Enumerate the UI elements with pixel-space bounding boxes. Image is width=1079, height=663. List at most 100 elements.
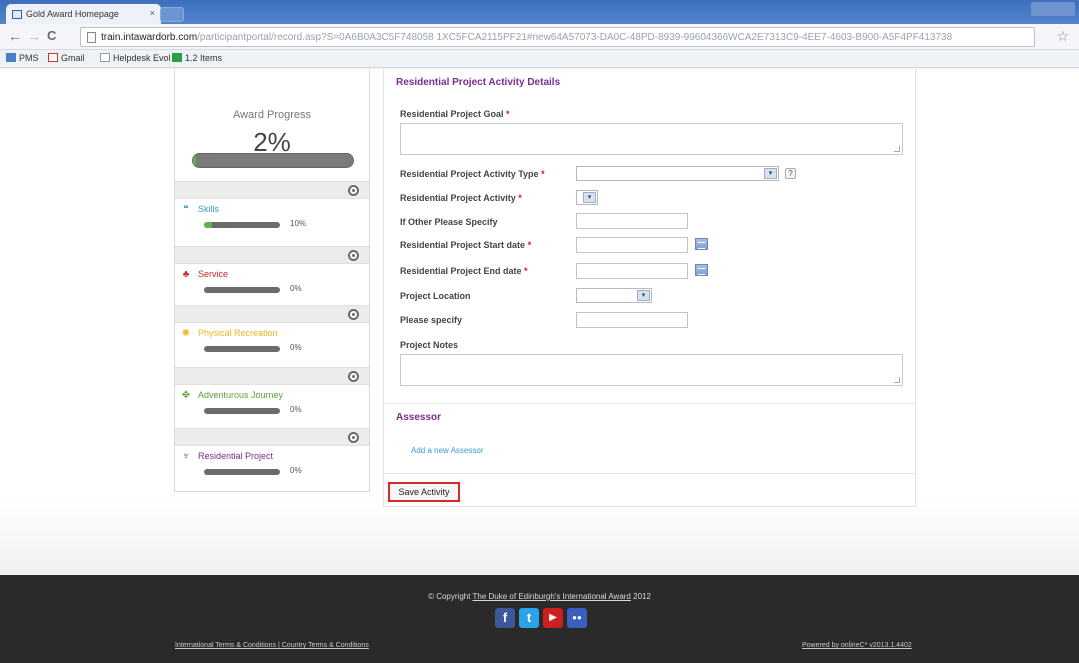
please-specify-input[interactable]	[576, 312, 688, 328]
youtube-icon[interactable]: ▶	[543, 608, 563, 628]
bookmark-helpdesk[interactable]: Helpdesk Evol	[100, 53, 171, 63]
other-specify-input[interactable]	[576, 213, 688, 229]
url-path: /participantportal/record.asp?S=0A6B0A3C…	[197, 32, 953, 43]
please-specify-label: Please specify	[400, 315, 463, 325]
section-divider	[175, 428, 369, 446]
section-progress-bar	[204, 287, 280, 293]
bookmarks-bar: PMS Gmail Helpdesk Evol 1.2 Items	[0, 50, 1079, 68]
facebook-icon[interactable]: f	[495, 608, 515, 628]
gmail-icon	[48, 53, 58, 62]
add-circle-icon[interactable]	[348, 185, 359, 196]
folder-icon	[6, 53, 16, 62]
sidebar-item-service[interactable]: ♣ Service 0%	[175, 265, 369, 305]
trophy-icon: ♆	[182, 451, 190, 462]
start-date-input[interactable]	[576, 237, 688, 253]
site-footer: © Copyright The Duke of Edinburgh's Inte…	[0, 575, 1079, 663]
reload-icon[interactable]: C	[47, 28, 56, 44]
address-bar[interactable]: train.intawardorb.com/participantportal/…	[80, 27, 1035, 47]
page-icon	[87, 32, 96, 43]
sidebar-item-residential-project[interactable]: ♆ Residential Project 0%	[175, 447, 369, 487]
calendar-icon[interactable]	[695, 238, 708, 250]
powered-by-link[interactable]: Powered by onlineC* v2013.1.4402	[802, 642, 912, 649]
goal-label: Residential Project Goal *	[400, 109, 510, 119]
section-divider	[175, 367, 369, 385]
location-select[interactable]: ▾	[576, 288, 652, 303]
runner-icon: ✺	[181, 328, 191, 339]
browser-toolbar: ← → C train.intawardorb.com/participantp…	[0, 24, 1079, 50]
activity-type-select[interactable]: ▾	[576, 166, 779, 181]
compass-icon: ✥	[181, 390, 191, 401]
section-percent: 0%	[290, 466, 302, 475]
calendar-icon[interactable]	[695, 264, 708, 276]
section-divider	[175, 246, 369, 264]
bookmark-star-icon[interactable]: ☆	[1056, 28, 1069, 45]
copyright-link[interactable]: The Duke of Edinburgh's International Aw…	[473, 592, 631, 601]
add-assessor-link[interactable]: Add a new Assessor	[411, 446, 483, 455]
flickr-icon[interactable]: ●●	[567, 608, 587, 628]
section-progress-bar	[204, 469, 280, 475]
chevron-down-icon: ▾	[637, 290, 650, 301]
forward-arrow-icon[interactable]: →	[27, 28, 41, 44]
section-percent: 0%	[290, 405, 302, 414]
divider	[384, 403, 915, 404]
bookmark-pms[interactable]: PMS	[6, 53, 39, 63]
url-host: train.intawardorb.com	[101, 32, 198, 43]
window-controls[interactable]	[1031, 2, 1075, 16]
award-progress-title: Award Progress	[232, 109, 312, 121]
new-tab-button[interactable]	[160, 7, 184, 22]
section-divider	[175, 181, 369, 199]
section-percent: 10%	[290, 219, 307, 228]
sidebar-item-label: Service	[198, 269, 229, 279]
section-divider	[175, 305, 369, 323]
add-circle-icon[interactable]	[348, 371, 359, 382]
help-icon[interactable]: ?	[785, 168, 796, 179]
bookmark-gmail[interactable]: Gmail	[48, 53, 85, 63]
add-circle-icon[interactable]	[348, 250, 359, 261]
sidebar-item-adventurous-journey[interactable]: ✥ Adventurous Journey 0%	[175, 386, 369, 426]
section-percent: 0%	[290, 343, 302, 352]
goal-textarea[interactable]	[400, 123, 903, 155]
terms-links[interactable]: International Terms & Conditions | Count…	[175, 642, 369, 649]
browser-tabstrip: Gold Award Homepage ×	[0, 0, 1079, 24]
location-label: Project Location	[400, 291, 471, 301]
browser-tab[interactable]: Gold Award Homepage ×	[6, 4, 161, 24]
close-tab-icon[interactable]: ×	[150, 8, 155, 18]
sidebar-item-label: Physical Recreation	[198, 328, 278, 338]
add-circle-icon[interactable]	[348, 309, 359, 320]
sidebar-item-physical-recreation[interactable]: ✺ Physical Recreation 0%	[175, 324, 369, 364]
sidebar-item-skills[interactable]: ❝ Skills 10%	[175, 200, 369, 240]
start-date-label: Residential Project Start date *	[400, 240, 532, 250]
award-progress-fill	[193, 154, 197, 167]
back-arrow-icon[interactable]: ←	[8, 28, 22, 44]
section-progress-bar	[204, 408, 280, 414]
award-progress-bar	[192, 153, 354, 168]
end-date-label: Residential Project End date *	[400, 266, 528, 276]
twitter-icon[interactable]: t	[519, 608, 539, 628]
other-specify-label: If Other Please Specify	[400, 217, 498, 227]
sidebar-item-label: Residential Project	[198, 451, 274, 461]
activity-type-label: Residential Project Activity Type *	[400, 169, 545, 179]
activity-form: Residential Project Activity Details Res…	[383, 69, 916, 507]
add-circle-icon[interactable]	[348, 432, 359, 443]
tab-title: Gold Award Homepage	[26, 9, 119, 19]
chevron-down-icon: ▾	[583, 192, 596, 203]
page-icon	[100, 53, 110, 62]
sidebar-item-label: Adventurous Journey	[198, 390, 284, 400]
copyright-text: © Copyright The Duke of Edinburgh's Inte…	[428, 592, 651, 601]
sheet-icon	[172, 53, 182, 62]
section-progress-bar	[204, 346, 280, 352]
bookmark-items[interactable]: 1.2 Items	[172, 53, 222, 63]
notes-textarea[interactable]	[400, 354, 903, 386]
page-favicon-icon	[12, 10, 22, 19]
sidebar-item-label: Skills	[198, 204, 220, 214]
section-percent: 0%	[290, 284, 302, 293]
section-progress-fill	[204, 222, 212, 228]
hands-icon: ♣	[182, 269, 190, 280]
divider	[384, 473, 915, 474]
speech-bubble-icon: ❝	[183, 204, 189, 215]
save-activity-button[interactable]: Save Activity	[388, 482, 460, 502]
chevron-down-icon: ▾	[764, 168, 777, 179]
activity-label: Residential Project Activity *	[400, 193, 522, 203]
activity-select[interactable]: ▾	[576, 190, 598, 205]
end-date-input[interactable]	[576, 263, 688, 279]
